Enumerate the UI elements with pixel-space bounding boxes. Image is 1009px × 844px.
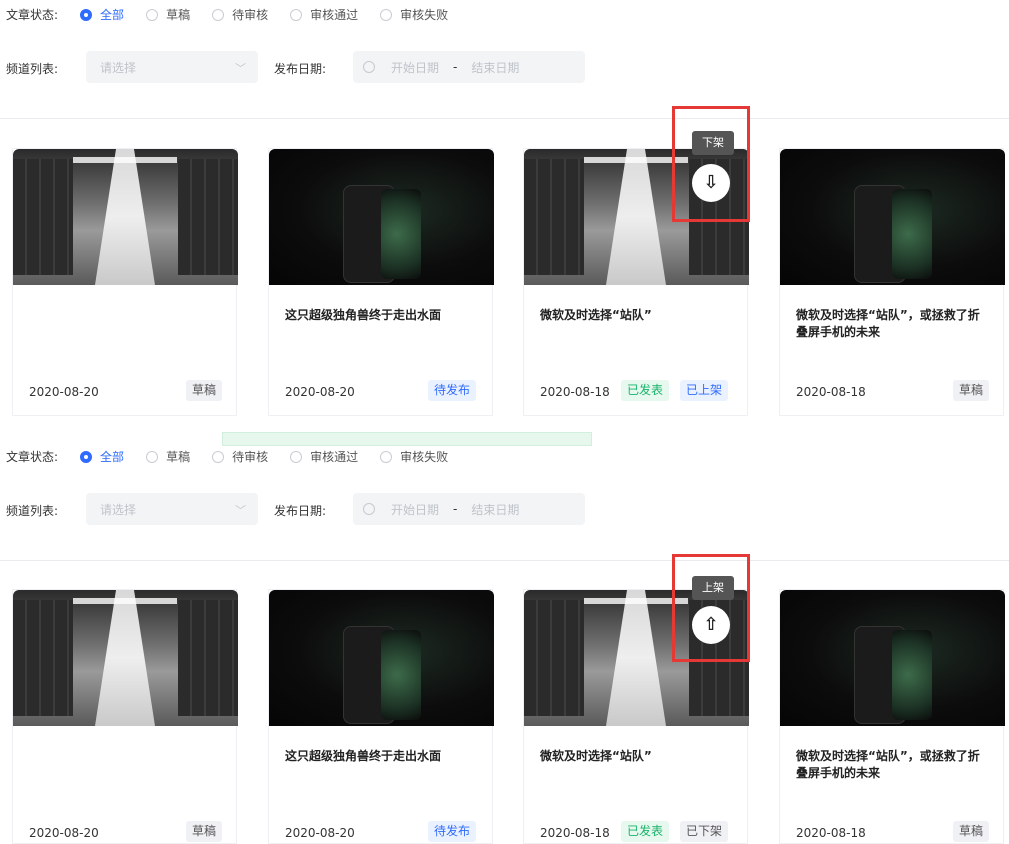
channel-label: 频道列表:: [6, 62, 59, 76]
radio-approved[interactable]: 审核通过: [290, 448, 358, 465]
date-filter: 发布日期:: [268, 60, 336, 77]
date-end: 结束日期: [471, 60, 520, 75]
article-date: 2020-08-18: [540, 826, 610, 840]
date-filter: 发布日期:: [268, 502, 336, 519]
date-label: 发布日期:: [274, 504, 327, 518]
article-date: 2020-08-18: [540, 385, 610, 399]
radio-dot: [212, 450, 225, 463]
radio-pending[interactable]: 待审核: [212, 448, 268, 465]
shelf-status-badge: 已上架: [680, 380, 729, 401]
status-filter: 文章状态: 全部 草稿 待审核 审核通过 审核失败: [0, 6, 470, 23]
radio-approved[interactable]: 审核通过: [290, 6, 358, 23]
radio-dot: [212, 8, 225, 21]
date-end: 结束日期: [471, 502, 520, 517]
article-card[interactable]: 2020-08-20 草稿: [12, 148, 238, 416]
status-badge: 草稿: [952, 821, 989, 842]
date-label: 发布日期:: [274, 62, 327, 76]
date-start: 开始日期: [391, 502, 440, 517]
divider: [0, 118, 1009, 119]
article-cover-image: [13, 149, 238, 285]
status-badge: 待发布: [427, 821, 476, 842]
radio-dot: [290, 8, 303, 21]
article-date: 2020-08-20: [285, 826, 355, 840]
radio-dot: [80, 8, 93, 21]
channel-placeholder: 请选择: [100, 502, 137, 517]
radio-failed[interactable]: 审核失败: [380, 448, 448, 465]
radio-label: 待审核: [232, 450, 269, 464]
radio-pending[interactable]: 待审核: [212, 6, 268, 23]
status-filter: 文章状态: 全部 草稿 待审核 审核通过 审核失败: [0, 448, 470, 465]
radio-label: 审核失败: [400, 450, 449, 464]
date-range-picker[interactable]: 开始日期 - 结束日期: [353, 51, 585, 83]
radio-label: 草稿: [166, 450, 191, 464]
article-card[interactable]: 微软及时选择“站队”，或拯救了折叠屏手机的未来 2020-08-18 草稿: [779, 589, 1005, 844]
date-separator: -: [453, 502, 458, 516]
article-title: 这只超级独角兽终于走出水面: [285, 308, 442, 322]
date-range-picker[interactable]: 开始日期 - 结束日期: [353, 493, 585, 525]
radio-dot: [146, 450, 159, 463]
article-date: 2020-08-20: [285, 385, 355, 399]
channel-label: 频道列表:: [6, 504, 59, 518]
article-title: 微软及时选择“站队”，或拯救了折叠屏手机的未来: [796, 308, 980, 339]
status-label: 文章状态:: [6, 8, 59, 22]
radio-label: 审核通过: [310, 450, 359, 464]
article-title: 这只超级独角兽终于走出水面: [285, 749, 442, 763]
radio-draft[interactable]: 草稿: [146, 6, 190, 23]
article-cover-image: [780, 590, 1005, 726]
chevron-down-icon: ﹀: [235, 62, 246, 75]
chevron-down-icon: ﹀: [235, 504, 246, 517]
article-cover-image: [269, 590, 494, 726]
radio-label: 全部: [100, 450, 125, 464]
radio-dot: [380, 8, 393, 21]
channel-select[interactable]: 请选择 ﹀: [86, 493, 258, 525]
shelf-status-badge: 已下架: [680, 821, 729, 842]
date-start: 开始日期: [391, 60, 440, 75]
highlight-box: [672, 106, 750, 222]
article-title: 微软及时选择“站队”: [540, 749, 652, 763]
radio-all[interactable]: 全部: [80, 448, 124, 465]
published-badge: 已发表: [621, 821, 670, 842]
article-date: 2020-08-18: [796, 826, 866, 840]
article-cover-image: [269, 149, 494, 285]
article-card[interactable]: 这只超级独角兽终于走出水面 2020-08-20 待发布: [268, 148, 494, 416]
radio-label: 全部: [100, 8, 125, 22]
radio-dot: [290, 450, 303, 463]
channel-filter: 频道列表:: [0, 60, 68, 77]
article-card[interactable]: 2020-08-20 草稿: [12, 589, 238, 844]
highlight-box: [672, 554, 750, 662]
radio-label: 草稿: [166, 8, 191, 22]
radio-label: 待审核: [232, 8, 269, 22]
status-badge: 草稿: [185, 821, 222, 842]
radio-all[interactable]: 全部: [80, 6, 124, 23]
date-separator: -: [453, 60, 458, 74]
radio-label: 审核通过: [310, 8, 359, 22]
clock-icon: [363, 61, 375, 73]
article-title: 微软及时选择“站队”: [540, 308, 652, 322]
article-title: 微软及时选择“站队”，或拯救了折叠屏手机的未来: [796, 749, 980, 780]
radio-draft[interactable]: 草稿: [146, 448, 190, 465]
radio-label: 审核失败: [400, 8, 449, 22]
published-badge: 已发表: [621, 380, 670, 401]
radio-failed[interactable]: 审核失败: [380, 6, 448, 23]
article-cover-image: [13, 590, 238, 726]
status-label: 文章状态:: [6, 450, 59, 464]
status-badge: 草稿: [185, 380, 222, 401]
status-badge: 待发布: [427, 380, 476, 401]
status-badge: 草稿: [952, 380, 989, 401]
article-date: 2020-08-20: [29, 385, 99, 399]
article-card[interactable]: 微软及时选择“站队”，或拯救了折叠屏手机的未来 2020-08-18 草稿: [779, 148, 1005, 416]
channel-select[interactable]: 请选择 ﹀: [86, 51, 258, 83]
article-card[interactable]: 这只超级独角兽终于走出水面 2020-08-20 待发布: [268, 589, 494, 844]
radio-dot: [380, 450, 393, 463]
article-date: 2020-08-18: [796, 385, 866, 399]
article-date: 2020-08-20: [29, 826, 99, 840]
notification-bar: [222, 432, 592, 446]
channel-placeholder: 请选择: [100, 60, 137, 75]
channel-filter: 频道列表:: [0, 502, 68, 519]
article-cover-image: [780, 149, 1005, 285]
radio-dot: [80, 450, 93, 463]
radio-dot: [146, 8, 159, 21]
divider: [0, 560, 1009, 561]
clock-icon: [363, 503, 375, 515]
